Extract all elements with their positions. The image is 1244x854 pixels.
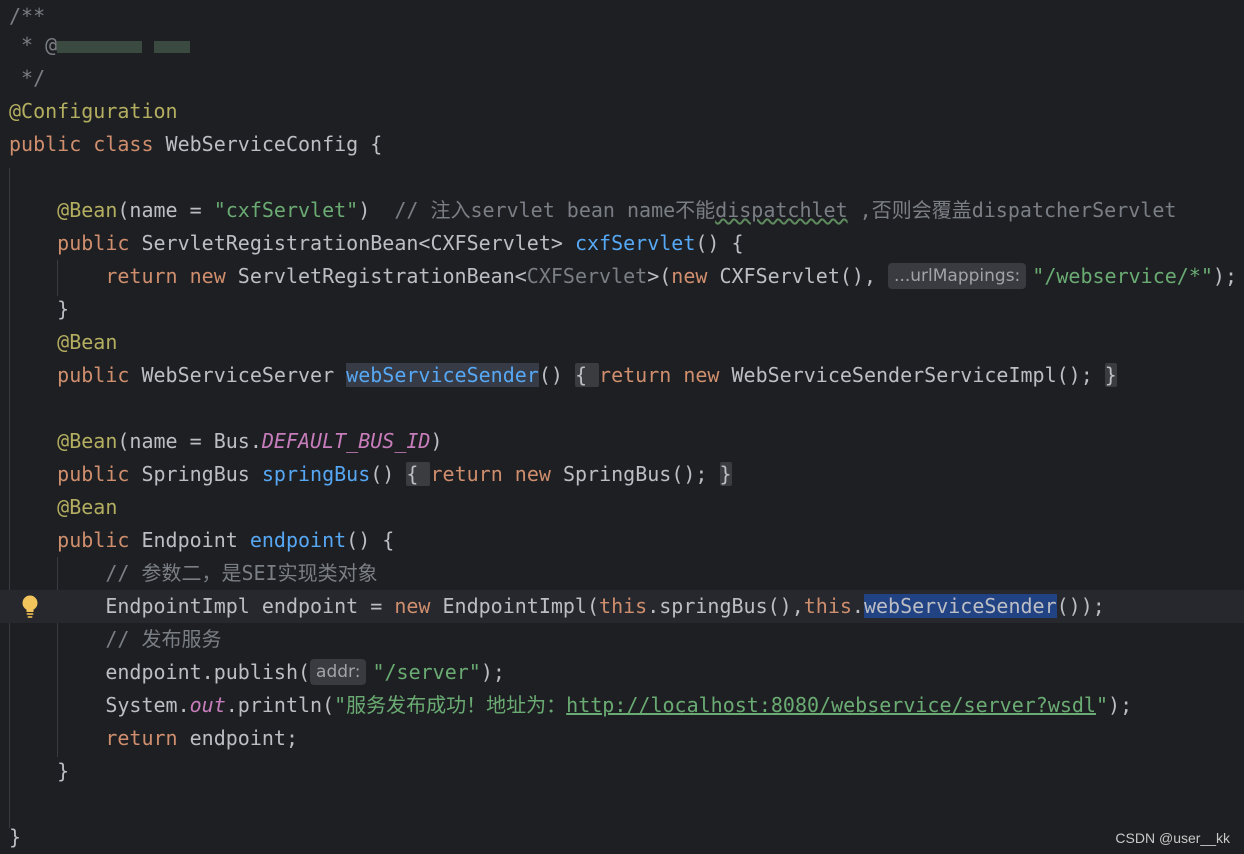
code-line: } bbox=[57, 759, 70, 783]
code-editor[interactable]: /** * @ */ @Configuration public class W… bbox=[0, 0, 1244, 854]
code-line: public Endpoint endpoint() { bbox=[57, 528, 395, 552]
code-line: */ bbox=[9, 66, 46, 90]
url-link[interactable]: http://localhost:8080/webservice/server?… bbox=[566, 693, 1096, 717]
parameter-hint[interactable]: ...urlMappings: bbox=[888, 263, 1027, 289]
selected-identifier[interactable]: webServiceSender bbox=[863, 594, 1057, 618]
code-line: // 参数二，是SEI实现类对象 bbox=[105, 561, 378, 585]
code-line: } bbox=[57, 297, 70, 321]
folded-region-start[interactable]: { bbox=[574, 363, 600, 387]
code-line: public WebServiceServer webServiceSender… bbox=[57, 363, 1117, 387]
code-line: endpoint.publish(addr: "/server"); bbox=[105, 659, 505, 685]
code-line: return endpoint; bbox=[105, 726, 298, 750]
code-line: // 发布服务 bbox=[105, 627, 222, 651]
watermark: CSDN @user__kk bbox=[1115, 830, 1230, 846]
parameter-hint[interactable]: addr: bbox=[310, 659, 367, 685]
redacted-text bbox=[154, 40, 191, 53]
folded-region-end[interactable]: } bbox=[1104, 363, 1117, 387]
folded-region-start[interactable]: { bbox=[406, 462, 431, 486]
code-line: return new ServletRegistrationBean<CXFSe… bbox=[105, 263, 1238, 289]
code-line: * @ bbox=[0, 29, 1244, 62]
code-line: @Configuration bbox=[9, 99, 178, 123]
code-line: public SpringBus springBus() { return ne… bbox=[57, 462, 732, 486]
lightbulb-icon[interactable] bbox=[21, 594, 39, 620]
code-line: public ServletRegistrationBean<CXFServle… bbox=[57, 231, 744, 255]
code-line: @Bean(name = Bus.DEFAULT_BUS_ID) bbox=[57, 429, 443, 453]
code-line: System.out.println("服务发布成功！地址为：http://lo… bbox=[105, 693, 1133, 717]
code-line: @Bean bbox=[57, 495, 118, 519]
code-line: @Bean(name = "cxfServlet") // 注入servlet … bbox=[57, 198, 1177, 222]
code-line: @Bean bbox=[57, 330, 118, 354]
folded-region-end[interactable]: } bbox=[719, 462, 732, 486]
code-line: public class WebServiceConfig { bbox=[9, 132, 383, 156]
identifier-usage-highlight[interactable]: webServiceSender bbox=[346, 363, 539, 387]
redacted-text bbox=[57, 40, 143, 53]
current-code-line: EndpointImpl endpoint = new EndpointImpl… bbox=[0, 590, 1244, 623]
code-line: } bbox=[9, 825, 22, 849]
